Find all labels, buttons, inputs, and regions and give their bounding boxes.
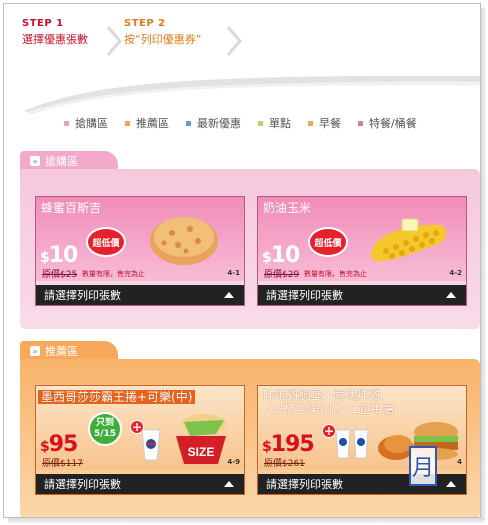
select-label: 請選擇列印張數 [44, 478, 121, 491]
category-nav: 搶購區 推薦區 最新優惠 單點 早餐 特餐/桶餐 [64, 114, 434, 132]
badge-line: 5/15 [93, 429, 117, 439]
square-bullet-icon [358, 120, 363, 126]
coupon-card: 蜂蜜百斯吉 超低價 $10 原價$25 數量有限，售完為止 4-1 請選擇列印張… [35, 196, 245, 306]
coupon-visual: 蜂蜜百斯吉 超低價 $10 原價$25 數量有限，售完為止 4-1 [36, 197, 244, 281]
coupon-price: $10 [40, 243, 79, 268]
cola-cup-image [141, 429, 161, 461]
biscuit-image [150, 217, 218, 265]
original-price: 原價$117 [42, 459, 83, 469]
caret-up-icon [224, 481, 234, 487]
section-body: 墨西哥莎莎霸王捲+可樂(中) 只到 5/15 + SIZE $95 原價$117… [20, 359, 480, 517]
coupon-price: $95 [40, 432, 79, 457]
select-label: 請選擇列印張數 [44, 289, 121, 302]
frame-shadow [481, 8, 486, 520]
coupon-card: 奶油玉米 超低價 $10 原價$29 數量有限，售完為止 4-2 請選擇列印張數 [257, 196, 467, 306]
promo-badge: 超低價 [308, 227, 348, 257]
badge-line: 只到 [95, 418, 114, 428]
coupon-code: 4-9 [227, 458, 240, 466]
original-price: 原價$25 [42, 270, 78, 280]
nav-item-label: 最新優惠 [197, 117, 241, 130]
square-bullet-icon [125, 120, 130, 126]
square-bullet-icon [308, 120, 313, 126]
recommend-section: » 推薦區 墨西哥莎莎霸王捲+可樂(中) 只到 5/15 + SIZE $95 … [20, 341, 480, 517]
print-quantity-select[interactable]: 請選擇列印張數 [258, 285, 466, 305]
arrow-right-icon: » [30, 346, 40, 356]
section-tab-recommend: » 推薦區 [20, 341, 118, 361]
drinks-image [335, 429, 369, 459]
coupon-card: 墨西哥莎莎霸王捲+可樂(中) 只到 5/15 + SIZE $95 原價$117… [35, 385, 245, 495]
section-tab-flash: » 搶購區 [20, 151, 118, 171]
date-badge: 只到 5/15 [88, 412, 122, 446]
coupon-title-line2: +2杯可樂(小)+1包中薯 [266, 402, 395, 416]
chevron-right-icon [106, 26, 122, 56]
chevron-right-icon [226, 26, 242, 56]
coupon-title: 蜂蜜百斯吉 [41, 201, 102, 215]
flash-sale-section: » 搶購區 蜂蜜百斯吉 超低價 $10 原價$25 數量有限，售完為止 4-1 … [20, 151, 480, 331]
wrap-combo-image: SIZE [176, 414, 226, 464]
square-bullet-icon [186, 120, 191, 126]
nav-item-latest[interactable]: 最新優惠 [186, 114, 241, 132]
square-bullet-icon [64, 120, 69, 126]
nav-item-single[interactable]: 單點 [258, 114, 291, 132]
decorative-swoosh [24, 75, 480, 115]
nav-item-label: 特餐/桶餐 [369, 117, 417, 130]
promo-badge: 超低價 [86, 227, 126, 257]
coupon-page: STEP 1 選擇優惠張數 STEP 2 按“列印優惠券” 搶購區 推薦區 最新… [3, 3, 481, 518]
price-value: 10 [48, 243, 79, 268]
original-price: 原價$29 [264, 270, 300, 280]
section-label: 搶購區 [45, 155, 78, 168]
price-value: 195 [270, 432, 315, 457]
limited-note: 數量有限，售完為止 [304, 270, 367, 278]
nav-item-special[interactable]: 特餐/桶餐 [358, 114, 417, 132]
coupon-code: 4-2 [449, 269, 462, 277]
coupon-code: 4 [457, 458, 462, 466]
price-value: 95 [48, 432, 79, 457]
caret-up-icon [446, 292, 456, 298]
frame-shadow [8, 518, 484, 523]
print-quantity-select[interactable]: 請選擇列印張數 [36, 474, 244, 494]
arrow-right-icon: » [30, 156, 40, 166]
nav-item-recommend[interactable]: 推薦區 [125, 114, 169, 132]
caret-up-icon [446, 481, 456, 487]
nav-item-flash[interactable]: 搶購區 [64, 114, 108, 132]
coupon-visual: 墨西哥莎莎霸王捲+可樂(中) 只到 5/15 + SIZE $95 原價$117… [36, 386, 244, 470]
corn-image [370, 218, 446, 262]
price-value: 10 [270, 243, 301, 268]
original-price: 原價$261 [264, 459, 305, 469]
coupon-price: $195 [262, 432, 315, 457]
floating-widget-icon[interactable]: 月 [409, 446, 437, 486]
coupon-code: 4-1 [227, 269, 240, 277]
print-quantity-select[interactable]: 請選擇列印張數 [36, 285, 244, 305]
nav-item-label: 搶購區 [75, 117, 108, 130]
coupon-price: $10 [262, 243, 301, 268]
section-label: 推薦區 [45, 345, 78, 358]
nav-item-label: 推薦區 [136, 117, 169, 130]
svg-text:SIZE: SIZE [188, 445, 215, 459]
section-body: 蜂蜜百斯吉 超低價 $10 原價$25 數量有限，售完為止 4-1 請選擇列印張… [20, 169, 480, 329]
steps-header: STEP 1 選擇優惠張數 STEP 2 按“列印優惠券” [4, 4, 480, 64]
caret-up-icon [224, 292, 234, 298]
nav-item-breakfast[interactable]: 早餐 [308, 114, 341, 132]
coupon-title: 奶油玉米 [263, 201, 312, 215]
nav-item-label: 早餐 [319, 117, 341, 130]
square-bullet-icon [258, 120, 263, 126]
coupon-visual: 奶油玉米 超低價 $10 原價$29 數量有限，售完為止 4-2 [258, 197, 466, 281]
coupon-title: 墨西哥莎莎霸王捲+可樂(中) [38, 390, 196, 404]
coupon-title: 咔啦雞腿堡+兩塊炸雞 [263, 388, 382, 402]
nav-item-label: 單點 [269, 117, 291, 130]
limited-note: 數量有限，售完為止 [82, 270, 145, 278]
select-label: 請選擇列印張數 [266, 289, 343, 302]
select-label: 請選擇列印張數 [266, 478, 343, 491]
